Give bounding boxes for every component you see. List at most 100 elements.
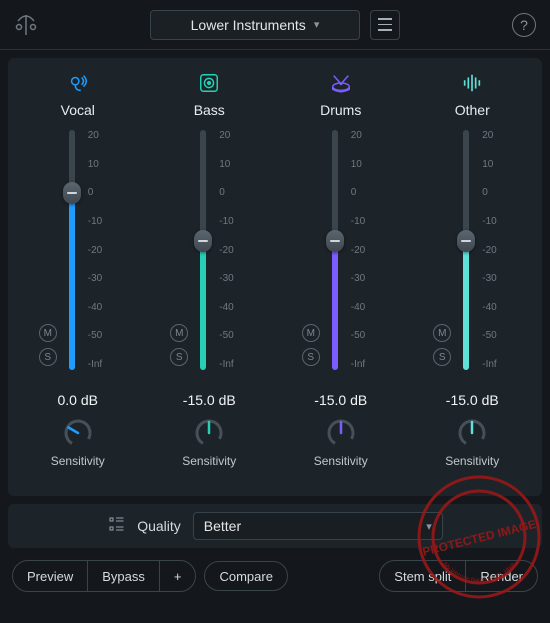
scale-tick: -30 <box>88 273 118 284</box>
scale-tick: -40 <box>351 302 381 313</box>
other-icon <box>461 70 483 96</box>
mute-solo-column: MS <box>301 130 321 370</box>
scale-tick: -20 <box>482 245 512 256</box>
solo-button[interactable]: S <box>302 348 320 366</box>
scale-tick: -20 <box>88 245 118 256</box>
menu-button[interactable] <box>370 10 400 40</box>
scale-tick: -20 <box>351 245 381 256</box>
sensitivity-knob[interactable] <box>194 418 224 448</box>
gain-fader[interactable] <box>60 130 82 370</box>
plugin-logo-icon <box>14 13 38 37</box>
mute-button[interactable]: M <box>39 324 57 342</box>
db-scale: 20100-10-20-30-40-50-Inf <box>84 130 118 370</box>
gain-fader[interactable] <box>454 130 476 370</box>
scale-tick: -30 <box>351 273 381 284</box>
preset-dropdown[interactable]: Lower Instruments ▾ <box>150 10 360 40</box>
db-scale: 20100-10-20-30-40-50-Inf <box>215 130 249 370</box>
quality-icon <box>107 515 125 538</box>
scale-tick: -30 <box>219 273 249 284</box>
scale-tick: -Inf <box>351 359 381 370</box>
vocal-icon <box>67 70 89 96</box>
header-bar: Lower Instruments ▾ ? <box>0 0 550 50</box>
scale-tick: 10 <box>482 159 512 170</box>
quality-dropdown[interactable]: Better ▾ <box>193 512 443 540</box>
scale-tick: -10 <box>88 216 118 227</box>
scale-tick: 10 <box>219 159 249 170</box>
gain-fader[interactable] <box>191 130 213 370</box>
sensitivity-knob[interactable] <box>63 418 93 448</box>
scale-tick: -10 <box>482 216 512 227</box>
channel-name: Bass <box>194 102 225 118</box>
scale-tick: 0 <box>219 187 249 198</box>
fader-area: MS20100-10-20-30-40-50-Inf <box>169 130 249 378</box>
scale-tick: -40 <box>219 302 249 313</box>
scale-tick: 0 <box>351 187 381 198</box>
mute-button[interactable]: M <box>302 324 320 342</box>
db-scale: 20100-10-20-30-40-50-Inf <box>478 130 512 370</box>
scale-tick: 0 <box>482 187 512 198</box>
channel-strip-other: OtherMS20100-10-20-30-40-50-Inf-15.0 dBS… <box>407 68 539 484</box>
db-readout: 0.0 dB <box>58 392 98 408</box>
mute-solo-column: MS <box>38 130 58 370</box>
db-readout: -15.0 dB <box>183 392 236 408</box>
db-scale: 20100-10-20-30-40-50-Inf <box>347 130 381 370</box>
chevron-down-icon: ▾ <box>314 18 320 31</box>
sensitivity-knob[interactable] <box>326 418 356 448</box>
render-group: Stem split Render <box>379 560 538 592</box>
mute-solo-column: MS <box>432 130 452 370</box>
scale-tick: -10 <box>219 216 249 227</box>
sensitivity-label: Sensitivity <box>182 454 236 468</box>
preview-button[interactable]: Preview <box>13 561 87 591</box>
gain-fader[interactable] <box>323 130 345 370</box>
scale-tick: 20 <box>482 130 512 141</box>
scale-tick: 10 <box>351 159 381 170</box>
channel-strip-bass: BassMS20100-10-20-30-40-50-Inf-15.0 dBSe… <box>144 68 276 484</box>
preview-group: Preview Bypass + <box>12 560 196 592</box>
scale-tick: 20 <box>88 130 118 141</box>
sensitivity-knob[interactable] <box>457 418 487 448</box>
sensitivity-label: Sensitivity <box>314 454 368 468</box>
scale-tick: -Inf <box>482 359 512 370</box>
channel-name: Other <box>455 102 490 118</box>
channel-strip-vocal: VocalMS20100-10-20-30-40-50-Inf0.0 dBSen… <box>12 68 144 484</box>
help-button[interactable]: ? <box>512 13 536 37</box>
mute-solo-column: MS <box>169 130 189 370</box>
solo-button[interactable]: S <box>170 348 188 366</box>
quality-label: Quality <box>137 518 181 534</box>
render-button[interactable]: Render <box>465 561 537 591</box>
preset-name: Lower Instruments <box>191 17 306 33</box>
quality-selected: Better <box>204 518 241 534</box>
channel-strip-drums: DrumsMS20100-10-20-30-40-50-Inf-15.0 dBS… <box>275 68 407 484</box>
scale-tick: 20 <box>219 130 249 141</box>
fader-area: MS20100-10-20-30-40-50-Inf <box>432 130 512 378</box>
stem-split-button[interactable]: Stem split <box>380 561 465 591</box>
footer-toolbar: Preview Bypass + Compare Stem split Rend… <box>0 548 550 604</box>
scale-tick: -40 <box>482 302 512 313</box>
quality-panel: Quality Better ▾ <box>8 504 542 548</box>
fader-thumb[interactable] <box>457 230 475 252</box>
scale-tick: -10 <box>351 216 381 227</box>
scale-tick: 0 <box>88 187 118 198</box>
scale-tick: -50 <box>219 330 249 341</box>
mute-button[interactable]: M <box>433 324 451 342</box>
add-button[interactable]: + <box>159 561 196 591</box>
fader-thumb[interactable] <box>63 182 81 204</box>
fader-area: MS20100-10-20-30-40-50-Inf <box>301 130 381 378</box>
chevron-down-icon: ▾ <box>426 520 432 533</box>
db-readout: -15.0 dB <box>446 392 499 408</box>
channel-name: Drums <box>320 102 361 118</box>
solo-button[interactable]: S <box>39 348 57 366</box>
fader-thumb[interactable] <box>194 230 212 252</box>
bypass-button[interactable]: Bypass <box>87 561 159 591</box>
compare-button[interactable]: Compare <box>204 561 287 591</box>
fader-area: MS20100-10-20-30-40-50-Inf <box>38 130 118 378</box>
solo-button[interactable]: S <box>433 348 451 366</box>
sensitivity-label: Sensitivity <box>51 454 105 468</box>
scale-tick: -50 <box>88 330 118 341</box>
db-readout: -15.0 dB <box>314 392 367 408</box>
channel-name: Vocal <box>61 102 95 118</box>
mute-button[interactable]: M <box>170 324 188 342</box>
scale-tick: -30 <box>482 273 512 284</box>
fader-thumb[interactable] <box>326 230 344 252</box>
scale-tick: 20 <box>351 130 381 141</box>
